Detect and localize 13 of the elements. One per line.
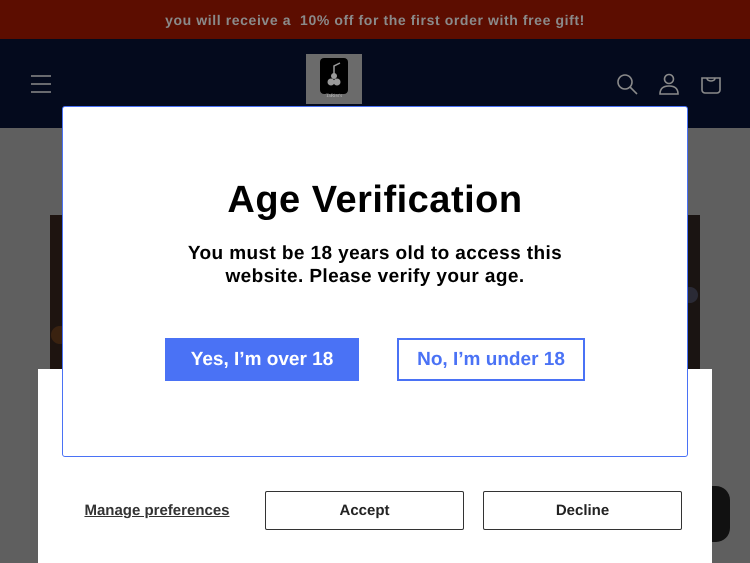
search-icon[interactable] <box>616 72 638 94</box>
menu-icon[interactable] <box>30 74 52 92</box>
logo-mark-icon <box>320 58 348 94</box>
manage-preferences-link[interactable]: Manage preferences <box>68 502 246 519</box>
deny-age-button[interactable]: No, I’m under 18 <box>397 338 585 381</box>
decline-button[interactable]: Decline <box>483 491 682 530</box>
dialog-title: Age Verification <box>227 179 523 222</box>
confirm-age-button[interactable]: Yes, I’m over 18 <box>165 338 359 381</box>
chat-button[interactable] <box>712 486 730 542</box>
dialog-message: You must be 18 years old to access this website. Please verify your age. <box>186 242 564 288</box>
account-icon[interactable] <box>658 72 680 94</box>
accept-button[interactable]: Accept <box>265 491 464 530</box>
announcement-text: you will receive a 10% off for the first order with free gift! <box>165 12 585 28</box>
